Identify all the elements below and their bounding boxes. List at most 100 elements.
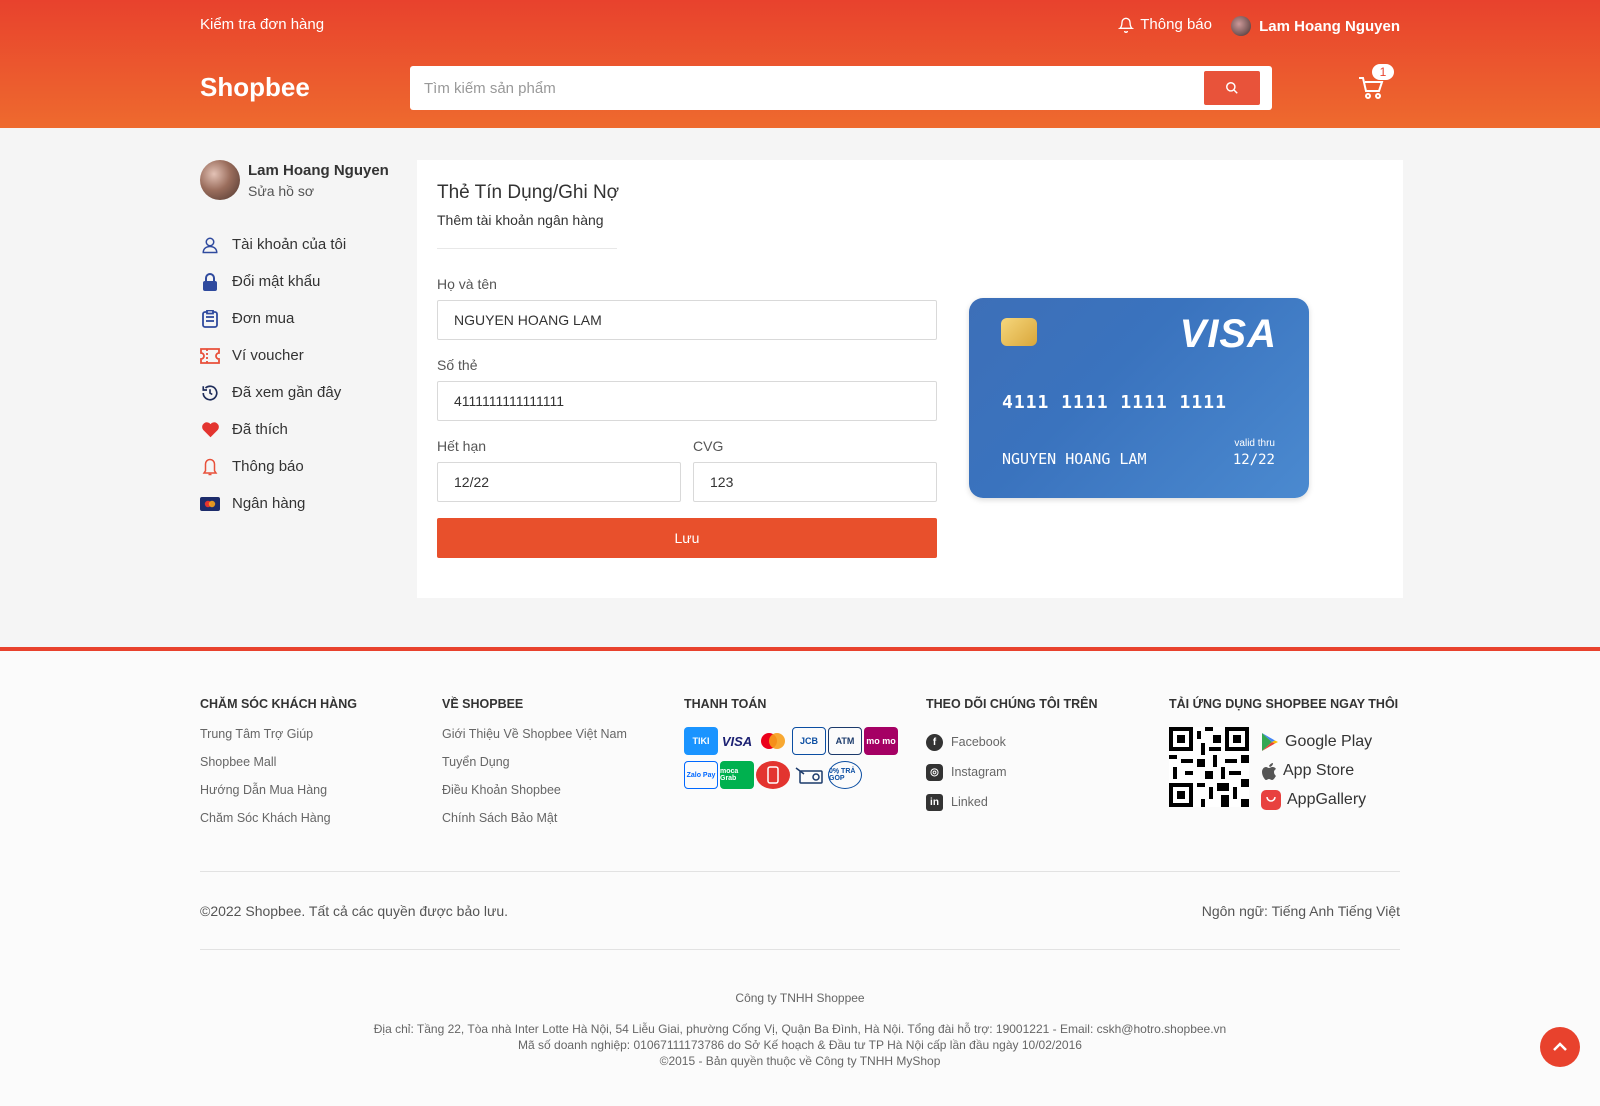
- linkedin-link[interactable]: in Linked: [926, 787, 1098, 817]
- sidebar-item-label: Ví voucher: [232, 347, 304, 364]
- app-store-link[interactable]: App Store: [1261, 756, 1372, 785]
- sidebar-item-label: Đổi mật khẩu: [232, 273, 321, 290]
- footer-heading: CHĂM SÓC KHÁCH HÀNG: [200, 697, 357, 711]
- google-play-icon: [1262, 732, 1278, 751]
- app-gallery-link[interactable]: AppGallery: [1261, 785, 1372, 814]
- sidebar-item-account[interactable]: Tài khoản của tôi: [200, 226, 400, 263]
- zalopay-icon: Zalo Pay: [684, 761, 718, 789]
- footer: CHĂM SÓC KHÁCH HÀNG Trung Tâm Trợ Giúp S…: [0, 647, 1600, 1106]
- card-preview-number: 4111 1111 1111 1111: [1002, 392, 1227, 413]
- expiry-field[interactable]: [437, 462, 681, 502]
- company-address: Địa chỉ: Tầng 22, Tòa nhà Inter Lotte Hà…: [373, 1022, 1227, 1036]
- cart-badge: 1: [1372, 64, 1394, 80]
- card-preview-holder: NGUYEN HOANG LAM: [1002, 450, 1147, 468]
- copyright: ©2022 Shopbee. Tất cả các quyền được bảo…: [200, 903, 509, 919]
- apple-icon: [1262, 762, 1276, 780]
- installment-icon: 0% TRẢ GÓP: [828, 761, 862, 789]
- linkedin-icon: in: [926, 793, 943, 811]
- bank-card-icon: [200, 494, 220, 514]
- cvg-field[interactable]: [693, 462, 937, 502]
- qr-code-icon: [1169, 727, 1249, 807]
- header: Kiểm tra đơn hàng Thông báo Lam Hoang Ng…: [0, 0, 1600, 128]
- user-menu[interactable]: Lam Hoang Nguyen: [1231, 16, 1400, 36]
- card-preview: VISA 4111 1111 1111 1111 NGUYEN HOANG LA…: [969, 298, 1309, 498]
- sidebar-item-notifications[interactable]: Thông báo: [200, 448, 400, 485]
- huawei-icon: [1261, 789, 1281, 810]
- store-label: AppGallery: [1287, 790, 1367, 808]
- footer-link[interactable]: Tuyển Dụng: [442, 755, 627, 783]
- footer-heading: THANH TOÁN: [684, 697, 767, 711]
- instagram-link[interactable]: ◎ Instagram: [926, 757, 1098, 787]
- language-selector[interactable]: Ngôn ngữ: Tiếng Anh Tiếng Việt: [1202, 903, 1400, 919]
- clipboard-icon: [200, 309, 220, 329]
- business-number: Mã số doanh nghiệp: 01067111173786 do Sở…: [518, 1038, 1082, 1052]
- momo-icon: mo mo: [864, 727, 898, 755]
- sidebar-item-recently-viewed[interactable]: Đã xem gần đây: [200, 374, 400, 411]
- heart-icon: [200, 420, 220, 440]
- footer-about: VỀ SHOPBEE Giới Thiệu Về Shopbee Việt Na…: [442, 697, 627, 839]
- divider: [200, 871, 1400, 872]
- save-button[interactable]: Lưu: [437, 518, 937, 558]
- bell-icon: [200, 457, 220, 477]
- footer-link[interactable]: Chính Sách Bảo Mật: [442, 811, 627, 839]
- footer-link[interactable]: Trung Tâm Trợ Giúp: [200, 727, 357, 755]
- chip-icon: [1001, 318, 1037, 346]
- sidebar-item-password[interactable]: Đổi mật khẩu: [200, 263, 400, 300]
- avatar: [1231, 16, 1252, 36]
- cvg-label: CVG: [693, 438, 724, 454]
- sidebar: Lam Hoang Nguyen Sửa hồ sơ Tài khoản của…: [200, 160, 400, 522]
- sidebar-item-bank[interactable]: Ngân hàng: [200, 485, 400, 522]
- name-field[interactable]: [437, 300, 937, 340]
- page-subtitle: Thêm tài khoản ngân hàng: [437, 212, 604, 228]
- edit-profile-link[interactable]: Sửa hồ sơ: [248, 183, 389, 199]
- footer-heading: THEO DÕI CHÚNG TÔI TRÊN: [926, 697, 1098, 711]
- search-bar: [410, 66, 1272, 110]
- footer-customer-care: CHĂM SÓC KHÁCH HÀNG Trung Tâm Trợ Giúp S…: [200, 697, 357, 839]
- page-title: Thẻ Tín Dụng/Ghi Nợ: [437, 182, 620, 203]
- sidebar-item-label: Đã thích: [232, 421, 288, 438]
- mobile-payment-icon: [756, 761, 790, 789]
- jcb-icon: JCB: [792, 727, 826, 755]
- chevron-up-icon: [1553, 1042, 1567, 1051]
- scroll-to-top-button[interactable]: [1540, 1027, 1580, 1067]
- card-number-field[interactable]: [437, 381, 937, 421]
- atm-icon: ATM: [828, 727, 862, 755]
- moca-icon: moca Grab: [720, 761, 754, 789]
- social-label: Facebook: [951, 735, 1006, 749]
- check-order-link[interactable]: Kiểm tra đơn hàng: [200, 16, 324, 33]
- logo[interactable]: Shopbee: [200, 72, 310, 103]
- google-play-link[interactable]: Google Play: [1261, 727, 1372, 756]
- sidebar-item-orders[interactable]: Đơn mua: [200, 300, 400, 337]
- sidebar-item-vouchers[interactable]: Ví voucher: [200, 337, 400, 374]
- sidebar-item-label: Đơn mua: [232, 310, 295, 327]
- footer-payment: THANH TOÁN TIKI VISA JCB ATM mo mo Zalo …: [684, 697, 898, 789]
- card-number-label: Số thẻ: [437, 357, 478, 373]
- social-label: Instagram: [951, 765, 1007, 779]
- mastercard-icon: [756, 727, 790, 755]
- avatar[interactable]: [200, 160, 240, 200]
- search-input[interactable]: [410, 66, 1200, 110]
- rights-notice: ©2015 - Bản quyền thuộc về Công ty TNHH …: [659, 1054, 941, 1068]
- instagram-icon: ◎: [926, 763, 943, 781]
- footer-link[interactable]: Shopbee Mall: [200, 755, 357, 783]
- bell-icon: [1118, 17, 1135, 33]
- footer-follow: THEO DÕI CHÚNG TÔI TRÊN f Facebook ◎ Ins…: [926, 697, 1098, 817]
- visa-icon: VISA: [721, 733, 753, 749]
- payment-methods: TIKI VISA JCB ATM mo mo Zalo Pay moca Gr…: [684, 727, 898, 789]
- card-preview-valid-label: valid thru: [1234, 438, 1275, 449]
- top-bar: Kiểm tra đơn hàng Thông báo Lam Hoang Ng…: [200, 14, 1400, 36]
- sidebar-item-liked[interactable]: Đã thích: [200, 411, 400, 448]
- footer-link[interactable]: Hướng Dẫn Mua Hàng: [200, 783, 357, 811]
- notifications-link[interactable]: Thông báo: [1118, 16, 1212, 33]
- ticket-icon: [200, 346, 220, 366]
- user-icon: [200, 235, 220, 255]
- footer-link[interactable]: Điều Khoản Shopbee: [442, 783, 627, 811]
- footer-heading: VỀ SHOPBEE: [442, 697, 524, 711]
- search-button[interactable]: [1204, 71, 1260, 105]
- footer-link[interactable]: Giới Thiệu Về Shopbee Việt Nam: [442, 727, 627, 755]
- divider: [437, 248, 617, 249]
- store-label: Google Play: [1285, 732, 1373, 750]
- footer-link[interactable]: Chăm Sóc Khách Hàng: [200, 811, 357, 839]
- card-preview-valid-value: 12/22: [1232, 452, 1275, 468]
- facebook-link[interactable]: f Facebook: [926, 727, 1098, 757]
